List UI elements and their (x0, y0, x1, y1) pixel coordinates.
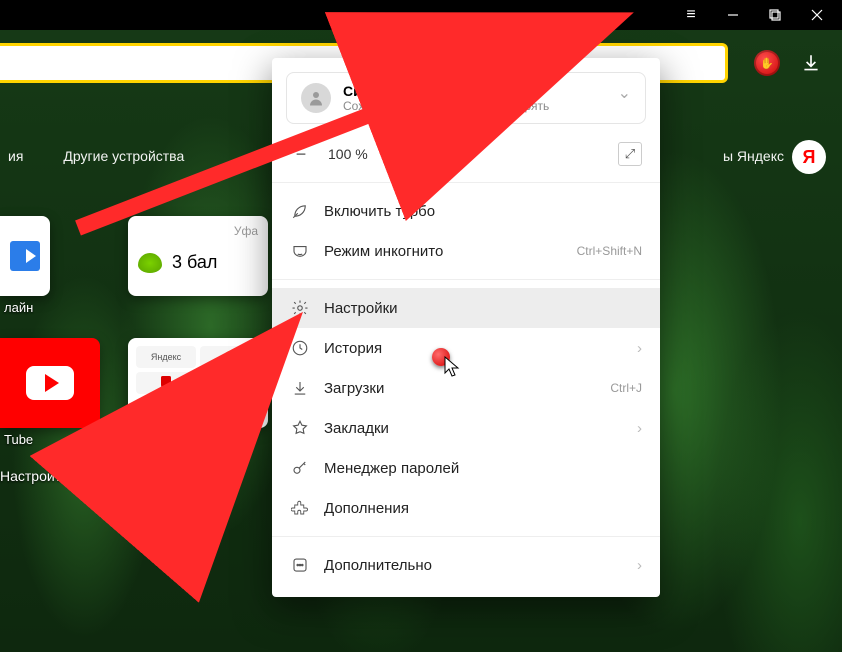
menu-item-label: Настройки (324, 300, 398, 317)
puzzle-icon (290, 498, 310, 518)
zoom-value: 100 % (328, 146, 368, 162)
chevron-right-icon: › (637, 420, 642, 437)
window-titlebar: ≡ (0, 0, 842, 30)
zoom-control: − 100 % + ⤢ (272, 134, 660, 174)
menu-item-passwords[interactable]: Менеджер паролей (272, 448, 660, 488)
zoom-in-button[interactable]: + (384, 144, 406, 165)
nav-tab-yandex-services[interactable]: ы Яндекс (723, 148, 784, 174)
main-menu-dropdown: Синхрониза Сохра данные, чтобы их не пот… (272, 58, 660, 597)
sync-card[interactable]: Синхрониза Сохра данные, чтобы их не пот… (286, 72, 646, 124)
menu-item-label: Включить турбо (324, 203, 435, 220)
gallery-tile[interactable]: Яндекс (128, 338, 268, 428)
mini-thumb (200, 346, 260, 368)
mini-thumb: Яндекс (136, 346, 196, 368)
menu-item-incognito[interactable]: Режим инкогнито Ctrl+Shift+N (272, 231, 660, 271)
speed-dial-tile[interactable] (0, 216, 50, 296)
mini-thumb (136, 372, 196, 394)
divider (272, 182, 660, 183)
sync-subtitle: Сохра данные, чтобы их не потерять (343, 99, 549, 113)
play-icon (10, 241, 40, 271)
weather-city: Уфа (138, 224, 258, 238)
window-maximize-icon[interactable] (768, 8, 782, 22)
menu-item-label: Загрузки (324, 380, 384, 397)
zoom-out-button[interactable]: − (290, 144, 312, 165)
window-minimize-icon[interactable] (726, 8, 740, 22)
gear-icon (290, 298, 310, 318)
menu-item-bookmarks[interactable]: Закладки › (272, 408, 660, 448)
gallery-link[interactable]: Галерея ф (139, 468, 208, 484)
cursor-icon (444, 356, 460, 378)
hamburger-menu-icon[interactable]: ≡ (684, 8, 698, 22)
history-icon (290, 338, 310, 358)
mini-thumb (200, 372, 260, 394)
mini-thumb (200, 398, 260, 420)
menu-item-label: Закладки (324, 420, 389, 437)
key-icon (290, 458, 310, 478)
yandex-logo-icon[interactable]: Я (792, 140, 826, 174)
chevron-right-icon: › (637, 340, 642, 357)
menu-item-label: Режим инкогнито (324, 243, 443, 260)
nav-tab-devices[interactable]: Другие устройства (63, 148, 184, 174)
avatar-icon (301, 83, 331, 113)
download-icon (290, 378, 310, 398)
more-icon (290, 555, 310, 575)
window-close-icon[interactable] (810, 8, 824, 22)
youtube-icon (26, 366, 74, 400)
menu-item-label: Дополнительно (324, 557, 432, 574)
adblock-icon[interactable]: ✋ (754, 50, 780, 76)
shortcut-label: Ctrl+J (610, 381, 642, 395)
chevron-right-icon: › (637, 557, 642, 574)
menu-item-addons[interactable]: Дополнения (272, 488, 660, 528)
fullscreen-button[interactable]: ⤢ (618, 142, 642, 166)
menu-item-downloads[interactable]: Загрузки Ctrl+J (272, 368, 660, 408)
menu-item-settings[interactable]: Настройки (272, 288, 660, 328)
rocket-icon (290, 201, 310, 221)
bottom-links: Настроить экран Галерея ф (0, 468, 208, 484)
downloads-icon[interactable] (800, 52, 822, 74)
sync-title: Синхрониза (343, 83, 549, 99)
mini-thumb (136, 398, 196, 420)
menu-item-label: История (324, 340, 382, 357)
tile-label: лайн (4, 300, 33, 315)
divider (272, 536, 660, 537)
shortcut-label: Ctrl+Shift+N (577, 244, 642, 258)
menu-item-label: Дополнения (324, 500, 409, 517)
menu-item-label: Менеджер паролей (324, 460, 459, 477)
weather-tile[interactable]: Уфа 3 бал (128, 216, 268, 296)
menu-item-more[interactable]: Дополнительно › (272, 545, 660, 585)
divider (272, 279, 660, 280)
chevron-down-icon[interactable]: ⌄ (618, 83, 631, 103)
traffic-icon (138, 253, 162, 273)
traffic-score: 3 бал (172, 252, 217, 273)
youtube-tile[interactable] (0, 338, 100, 428)
mask-icon (290, 241, 310, 261)
menu-item-history[interactable]: История › (272, 328, 660, 368)
tile-label: Tube (4, 432, 33, 447)
customize-screen-link[interactable]: Настроить экран (0, 468, 109, 484)
star-icon (290, 418, 310, 438)
nav-tab-fragment[interactable]: ия (8, 148, 23, 174)
menu-item-turbo[interactable]: Включить турбо (272, 191, 660, 231)
